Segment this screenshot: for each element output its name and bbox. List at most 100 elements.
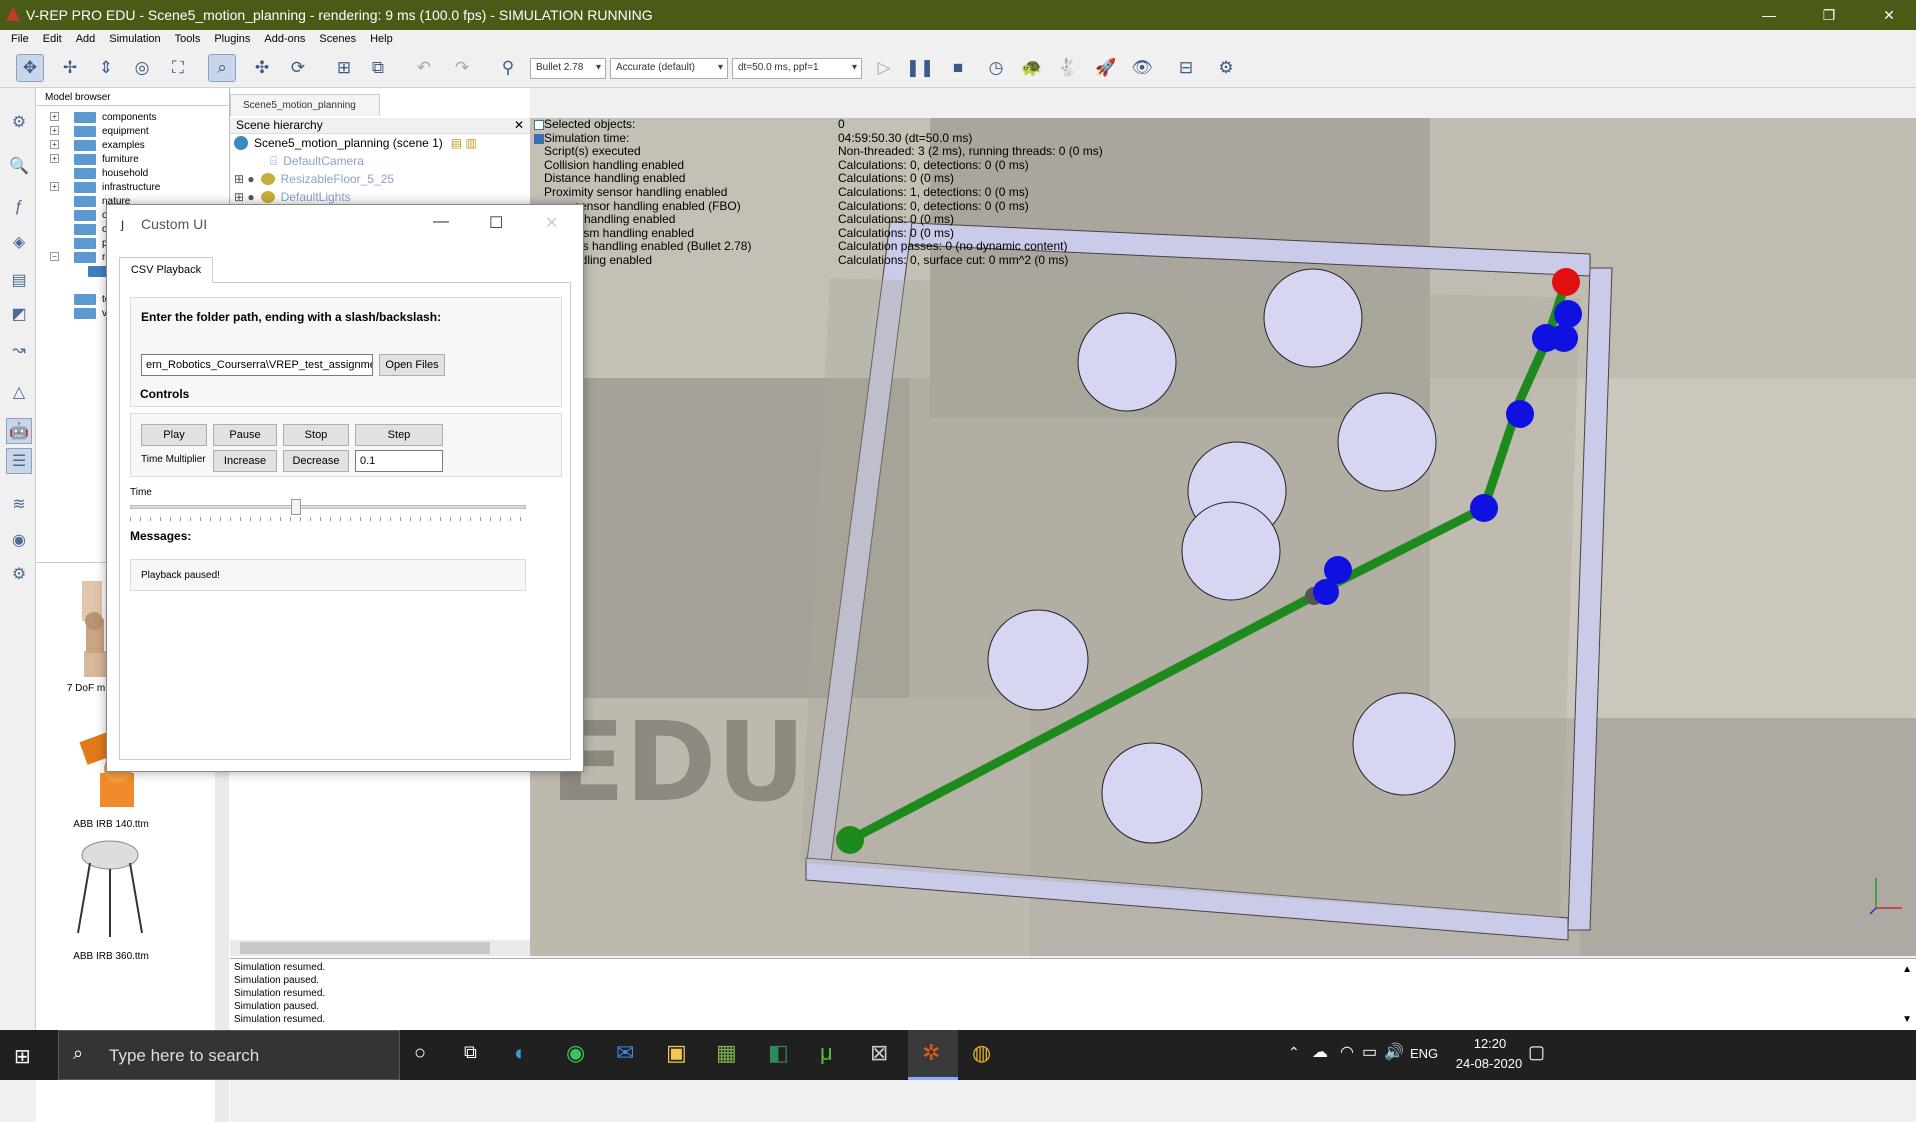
clock-time[interactable]: 12:20: [1460, 1036, 1520, 1051]
close-icon[interactable]: ✕: [514, 118, 524, 132]
fit-to-view-icon[interactable]: ⛶: [164, 54, 192, 82]
scene-search-icon[interactable]: 🔍: [6, 154, 32, 180]
folder-to[interactable]: to: [74, 292, 110, 306]
start-simulation-icon[interactable]: ▷: [870, 54, 898, 82]
hierarchy-scrollbar[interactable]: [230, 940, 530, 956]
expand-icon[interactable]: +: [50, 140, 59, 149]
folder-path-input[interactable]: ern_Robotics_Courserra\VREP_test_assignm…: [141, 354, 373, 376]
open-files-button[interactable]: Open Files: [379, 354, 445, 376]
collections-icon[interactable]: ▤: [6, 268, 32, 294]
file-explorer-icon[interactable]: ▣: [666, 1040, 687, 1066]
play-button[interactable]: Play: [141, 424, 207, 446]
shape-edit-icon[interactable]: ◩: [6, 302, 32, 328]
menu-help[interactable]: Help: [363, 33, 400, 45]
expand-icon[interactable]: +: [50, 182, 59, 191]
menu-scenes[interactable]: Scenes: [312, 33, 363, 45]
battery-icon[interactable]: ▭: [1362, 1042, 1377, 1062]
realtime-icon[interactable]: ◷: [982, 54, 1010, 82]
object-shift-icon[interactable]: ✣: [248, 54, 276, 82]
hierarchy-row-camera[interactable]: ⌸ DefaultCamera: [270, 152, 364, 170]
folder-ot[interactable]: ot: [74, 222, 110, 236]
menu-addons[interactable]: Add-ons: [257, 33, 312, 45]
dialog-minimize-icon[interactable]: —: [433, 213, 449, 231]
onedrive-icon[interactable]: ☁: [1312, 1042, 1328, 1062]
volume-icon[interactable]: 🔊: [1384, 1042, 1404, 1062]
notifications-icon[interactable]: ▢: [1528, 1042, 1545, 1063]
layers-icon[interactable]: ≋: [6, 492, 32, 518]
info-toggle-icon[interactable]: [534, 120, 544, 130]
scene-tab[interactable]: Scene5_motion_planning: [230, 94, 380, 116]
multiplier-input[interactable]: 0.1: [355, 450, 443, 472]
accuracy-select[interactable]: Accurate (default): [610, 58, 728, 79]
folder-examples[interactable]: examples: [74, 138, 145, 152]
stop-button[interactable]: Stop: [283, 424, 349, 446]
wifi-icon[interactable]: ◠: [1340, 1042, 1354, 1062]
folder-household[interactable]: household: [74, 166, 148, 180]
mail-icon[interactable]: ✉: [616, 1040, 634, 1066]
hierarchy-row-scene[interactable]: Scene5_motion_planning (scene 1) ▤ ▥: [234, 134, 477, 152]
increase-button[interactable]: Increase: [213, 450, 277, 472]
slower-icon[interactable]: 🐢: [1018, 54, 1046, 82]
vrep-taskbar-item[interactable]: ✲: [908, 1030, 958, 1080]
start-icon[interactable]: ⊞: [14, 1044, 31, 1069]
menu-edit[interactable]: Edit: [36, 33, 69, 45]
expand-icon[interactable]: ⊞ ●: [234, 172, 255, 186]
notepad-icon[interactable]: ▦: [716, 1040, 737, 1066]
app-icon[interactable]: ⊠: [870, 1040, 888, 1066]
path-edit-icon[interactable]: ↝: [6, 338, 32, 364]
folder-components[interactable]: components: [74, 110, 156, 124]
pause-simulation-icon[interactable]: ❚❚: [906, 54, 935, 82]
hierarchy-row-floor[interactable]: ⊞ ● ResizableFloor_5_25: [234, 170, 394, 188]
scroll-up-icon[interactable]: ▲: [1902, 963, 1912, 976]
time-slider-track[interactable]: [130, 505, 526, 509]
menu-add[interactable]: Add: [69, 33, 103, 45]
scrollbar-thumb[interactable]: [240, 942, 490, 954]
camera-shift-icon[interactable]: ⇕: [92, 54, 120, 82]
dynamics-engine-icon[interactable]: ⚲: [494, 54, 522, 82]
redo-icon[interactable]: ↷: [448, 54, 476, 82]
edge-icon[interactable]: ◐: [514, 1040, 527, 1066]
menu-tools[interactable]: Tools: [168, 33, 208, 45]
camera-rotate-icon[interactable]: ✢: [56, 54, 84, 82]
folder-furniture[interactable]: furniture: [74, 152, 139, 166]
simulation-settings-icon[interactable]: ⚙: [6, 110, 32, 136]
taskbar-search-box[interactable]: ⌕ Type here to search: [58, 1030, 400, 1080]
clock-date[interactable]: 24-08-2020: [1446, 1056, 1532, 1071]
faster-icon[interactable]: 🐇: [1054, 54, 1082, 82]
pause-button[interactable]: Pause: [213, 424, 277, 446]
calc-modules-icon[interactable]: ◈: [6, 230, 32, 256]
expand-icon[interactable]: +: [50, 126, 59, 135]
task-view-icon[interactable]: ⧉: [464, 1042, 477, 1063]
user-settings-icon[interactable]: ⚙: [6, 562, 32, 588]
visualization-toggle-icon[interactable]: 👁: [1128, 54, 1156, 82]
maximize-button[interactable]: ❐: [1806, 0, 1852, 30]
tab-csv-playback[interactable]: CSV Playback: [119, 257, 213, 283]
info-toggle-icon[interactable]: [534, 134, 544, 144]
model-thumb-abb-irb140[interactable]: ABB IRB 140.ttm: [56, 725, 166, 830]
chrome-icon[interactable]: ◍: [972, 1040, 991, 1066]
undo-icon[interactable]: ↶: [410, 54, 438, 82]
expand-icon[interactable]: +: [50, 112, 59, 121]
thread-rendering-icon[interactable]: 🚀: [1092, 54, 1120, 82]
scene-object-properties-icon[interactable]: ⊟: [1172, 54, 1200, 82]
menu-simulation[interactable]: Simulation: [102, 33, 167, 45]
decrease-button[interactable]: Decrease: [283, 450, 349, 472]
time-slider-thumb[interactable]: [291, 499, 302, 515]
transfer-dna-icon[interactable]: ⧉: [364, 54, 392, 82]
language-indicator[interactable]: ENG: [1410, 1046, 1438, 1061]
scroll-down-icon[interactable]: ▼: [1902, 1013, 1912, 1026]
script-icon[interactable]: ƒ: [6, 194, 32, 220]
camera-angle-icon[interactable]: ◎: [128, 54, 156, 82]
menu-file[interactable]: File: [4, 33, 36, 45]
utorrent-icon[interactable]: μ: [820, 1040, 833, 1066]
expand-icon[interactable]: ⊞ ●: [234, 190, 255, 204]
dialog-close-icon[interactable]: ✕: [545, 213, 558, 233]
folder-equipment[interactable]: equipment: [74, 124, 149, 138]
tray-expand-icon[interactable]: ⌃: [1288, 1044, 1300, 1061]
model-thumb-abb-irb360[interactable]: ABB IRB 360.ttm: [56, 840, 166, 962]
menu-plugins[interactable]: Plugins: [207, 33, 257, 45]
cortana-icon[interactable]: ○: [414, 1042, 426, 1065]
click-select-icon[interactable]: ⌕: [208, 54, 236, 82]
stop-simulation-icon[interactable]: ■: [944, 54, 972, 82]
minimize-button[interactable]: —: [1746, 0, 1792, 30]
